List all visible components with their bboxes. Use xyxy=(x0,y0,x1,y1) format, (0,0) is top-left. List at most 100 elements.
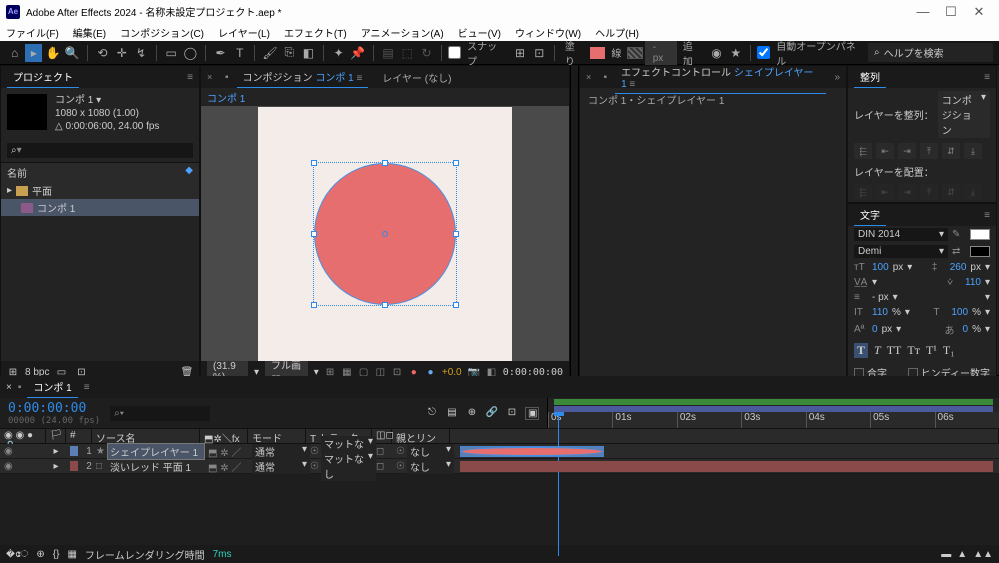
zoom-in-icon[interactable]: ▲▲ xyxy=(973,549,993,560)
time-ruler-area[interactable]: 0s 01s 02s 03s 04s 05s 06s xyxy=(548,398,999,428)
stroke-width[interactable]: - px xyxy=(645,41,677,65)
project-comp-item[interactable]: コンポ 1 xyxy=(1,199,199,216)
fx-overflow-icon[interactable]: » xyxy=(834,72,840,83)
eraser-tool[interactable]: ◧ xyxy=(300,44,317,62)
add-menu[interactable]: ◉ xyxy=(708,44,725,62)
fill-swatch[interactable] xyxy=(590,47,605,59)
snap-checkbox[interactable] xyxy=(448,46,461,59)
fx-lock-icon[interactable]: ▪ xyxy=(604,72,608,83)
faux-bold[interactable]: T xyxy=(854,343,868,358)
layer-row[interactable]: ◉▸1★シェイプレイヤー 1⬒ ✲ ／通常▾☉マットなし▾◻☉なし▾ xyxy=(0,444,999,459)
handle-tm[interactable] xyxy=(382,160,388,166)
label-color[interactable] xyxy=(70,446,78,456)
tsume-value[interactable]: 0 xyxy=(963,324,969,335)
align-hcenter[interactable]: ⇤ xyxy=(876,143,894,159)
viewer-close-icon[interactable]: × xyxy=(207,72,217,82)
zoom-tool[interactable]: 🔍 xyxy=(64,44,81,62)
label-color[interactable] xyxy=(70,461,78,471)
col-source[interactable]: ソース名 xyxy=(92,429,200,443)
anchor-tool[interactable]: ↯ xyxy=(132,44,149,62)
graph-editor-icon[interactable]: ▣ xyxy=(525,407,539,420)
maximize-button[interactable]: ☐ xyxy=(937,4,965,20)
superscript[interactable]: T¹ xyxy=(926,343,937,358)
tl-icon-2[interactable]: ▤ xyxy=(445,407,459,420)
stroke-px[interactable]: - px xyxy=(872,292,889,303)
stroke-swatch[interactable] xyxy=(627,47,642,59)
time-ruler[interactable]: 0s 01s 02s 03s 04s 05s 06s xyxy=(548,412,999,428)
tl-icon-5[interactable]: ⊡ xyxy=(505,407,519,420)
minimize-button[interactable]: — xyxy=(909,4,937,19)
ellipse-tool[interactable]: ◯ xyxy=(182,44,199,62)
handle-tl[interactable] xyxy=(311,160,317,166)
toggle-in-out-icon[interactable]: {} xyxy=(53,549,60,560)
align-left[interactable]: ⬱ xyxy=(854,143,872,159)
snap-opt-1[interactable]: ⊞ xyxy=(511,44,528,62)
col-name[interactable]: 名前 xyxy=(7,165,27,180)
timeline-tab[interactable]: コンポ 1 xyxy=(27,376,77,398)
toggle-modes-icon[interactable]: ⊕ xyxy=(36,549,44,560)
tl-icon-1[interactable]: ⎋ xyxy=(425,407,439,420)
visibility-toggle[interactable]: ◉ xyxy=(0,446,46,457)
comp-tab[interactable]: コンポジション コンポ 1 ≡ xyxy=(237,66,369,88)
home-button[interactable]: ⌂ xyxy=(6,44,23,62)
clone-tool[interactable]: ⎘ xyxy=(281,44,298,62)
tracking-value[interactable]: 110 xyxy=(965,277,981,288)
dist-1[interactable]: ⬱ xyxy=(854,184,872,200)
menu-composition[interactable]: コンポジション(C) xyxy=(120,25,204,40)
viewer-lock-icon[interactable]: ▪ xyxy=(225,72,229,83)
parent-dropdown[interactable]: なし▾ xyxy=(407,444,454,459)
menu-animation[interactable]: アニメーション(A) xyxy=(361,25,444,40)
stroke-color-swatch[interactable] xyxy=(970,246,990,257)
snap-opt-2[interactable]: ⊡ xyxy=(531,44,548,62)
layer-switches[interactable]: ⬒ ✲ ／ xyxy=(204,444,252,459)
work-area-bar[interactable] xyxy=(554,399,993,405)
layer-switches[interactable]: ⬒ ✲ ／ xyxy=(204,459,252,474)
swap-color-icon[interactable]: ⇄ xyxy=(952,246,966,257)
current-timecode[interactable]: 0:00:00:00 xyxy=(8,401,100,416)
layer-name[interactable]: 淡いレッド 平面 1 xyxy=(108,459,204,474)
handle-bl[interactable] xyxy=(311,302,317,308)
handle-br[interactable] xyxy=(453,302,459,308)
brush-tool[interactable]: 🖌 xyxy=(261,44,278,62)
font-style-dropdown[interactable]: Demi▾ xyxy=(854,245,948,258)
composition-canvas[interactable] xyxy=(258,107,512,361)
allcaps[interactable]: TT xyxy=(887,343,902,358)
menu-help[interactable]: ヘルプ(H) xyxy=(595,25,639,40)
project-folder[interactable]: ▸ 平面 xyxy=(1,182,199,199)
collapsed-panel[interactable] xyxy=(570,65,579,384)
menu-effect[interactable]: エフェクト(T) xyxy=(284,25,347,40)
close-button[interactable]: ✕ xyxy=(965,4,993,20)
toggle-render-icon[interactable]: ▦ xyxy=(67,549,76,560)
vscale-value[interactable]: 110 xyxy=(872,307,888,318)
align-tab[interactable]: 整列 xyxy=(854,66,886,88)
canvas-area[interactable] xyxy=(201,106,569,361)
dist-5[interactable]: ⇵ xyxy=(942,184,960,200)
bezier-toggle[interactable]: ★ xyxy=(727,44,744,62)
matte-toggle[interactable]: ◻ xyxy=(376,461,396,472)
handle-tr[interactable] xyxy=(453,160,459,166)
expand-arrow[interactable]: ▸ xyxy=(46,446,66,457)
blend-mode-dropdown[interactable]: 通常▾ xyxy=(252,444,310,459)
roto-tool[interactable]: ✦ xyxy=(330,44,347,62)
col-parent[interactable]: 親とリンク xyxy=(392,429,450,443)
comp-breadcrumb[interactable]: コンポ 1 xyxy=(207,90,245,105)
expand-arrow[interactable]: ▸ xyxy=(46,461,66,472)
tl-icon-4[interactable]: 🔗 xyxy=(485,407,499,420)
selection-tool[interactable]: ▸ xyxy=(25,44,42,62)
project-search[interactable]: ⌕▾ xyxy=(7,143,193,158)
align-target-dropdown[interactable]: コンポジション▾ xyxy=(938,91,990,138)
faux-italic[interactable]: T xyxy=(874,343,881,358)
eyedropper-icon[interactable]: ✎ xyxy=(952,229,966,240)
fx-close-icon[interactable]: × xyxy=(586,72,596,82)
tl-lock-icon[interactable]: ▪ xyxy=(18,382,22,393)
zoom-slider[interactable]: ▲ xyxy=(957,549,967,560)
toggle-switches-icon[interactable]: �േ xyxy=(6,549,28,560)
smallcaps[interactable]: Tᴛ xyxy=(907,343,920,358)
col-tag-icon[interactable]: ◆ xyxy=(185,165,193,180)
align-right[interactable]: ⇥ xyxy=(898,143,916,159)
pan-behind-tool[interactable]: ✛ xyxy=(113,44,130,62)
project-menu-icon[interactable]: ≡ xyxy=(187,72,193,83)
layer-name[interactable]: シェイプレイヤー 1 xyxy=(108,444,204,459)
zoom-out-icon[interactable]: ▬ xyxy=(941,549,951,560)
timeline-search[interactable]: ⌕▾ xyxy=(110,406,210,421)
